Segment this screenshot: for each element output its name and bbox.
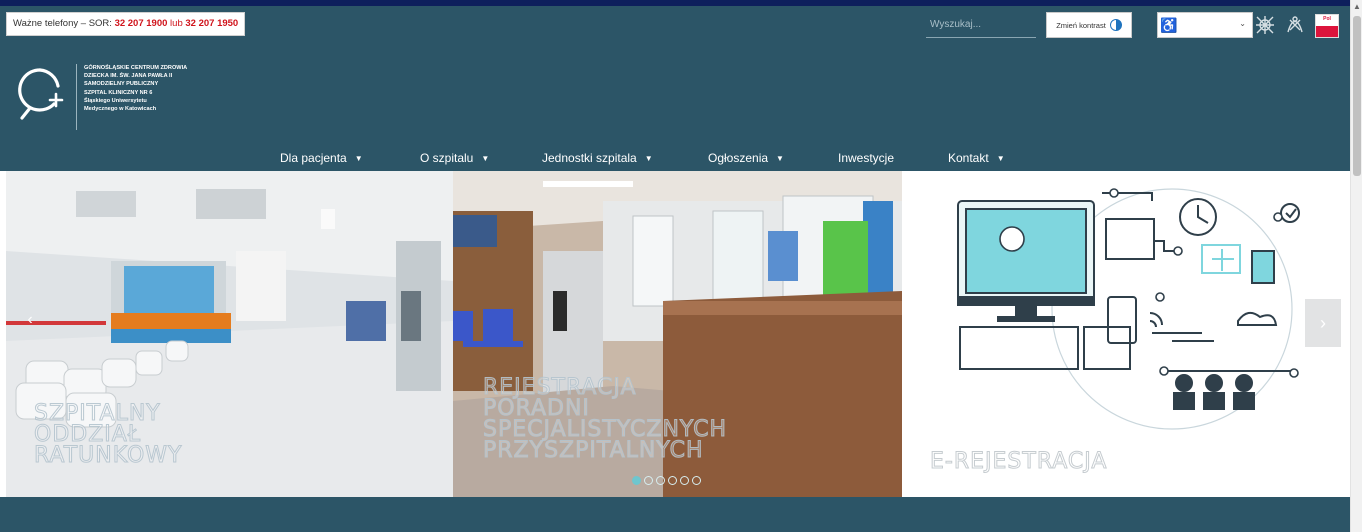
hospital-name[interactable]: GÓRNOŚLĄSKIE CENTRUM ZDROWIA DZIECKA IM.… [84,64,244,113]
page: Ważne telefony – SOR: 32 207 1900 lub 32… [0,0,1362,532]
caret-down-icon: ▼ [776,154,784,163]
nav-item-dla-pacjenta[interactable]: Dla pacjenta ▼ [280,144,420,172]
nav-label: O szpitalu [420,151,474,165]
slide-caption: E-REJESTRACJA [929,449,1108,474]
nav-label: Ogłoszenia [708,151,769,165]
slide-caption: SZPITALNY ODDZIAŁ RATUNKOWY [33,401,183,468]
hospital-name-line: GÓRNOŚLĄSKIE CENTRUM ZDROWIA [84,65,188,71]
image-carousel: SZPITALNY ODDZIAŁ RATUNKOWY REJESTRACJA … [6,171,1350,497]
hospital-name-line: Medycznego w Katowicach [84,106,157,113]
pattern-icon[interactable] [1284,14,1306,36]
phone-separator: lub [167,18,186,29]
nav-label: Kontakt [948,151,989,165]
carousel-dot[interactable] [644,476,653,485]
carousel-dot[interactable] [656,476,665,485]
nav-item-inwestycje[interactable]: Inwestycje [838,144,948,172]
caption-line: E-REJESTRACJA [929,449,1108,474]
slide-caption: REJESTRACJA PORADNI SPECJALISTYCZNYCH PR… [482,375,728,463]
main-nav: Dla pacjenta ▼ O szpitalu ▼ Jednostki szpi… [280,144,1038,172]
chevron-right-icon: › [1320,312,1326,333]
contrast-icon [1109,19,1122,31]
slide-e-registration[interactable]: E-REJESTRACJA [902,171,1350,497]
carousel-prev-button[interactable]: ‹ [16,302,44,338]
important-phones: Ważne telefony – SOR: 32 207 1900 lub 32… [6,12,246,36]
footer-band [0,497,1350,532]
flag-label: Pol [1323,16,1331,22]
caption-line: SZPITALNY [33,401,161,426]
carousel-dot[interactable] [692,476,701,485]
caption-line: PORADNI [482,396,590,421]
cross-lines-icon[interactable] [1254,14,1276,36]
accessibility-dropdown[interactable]: ⌄ [1180,13,1252,37]
slide-emergency-ward[interactable]: SZPITALNY ODDZIAŁ RATUNKOWY [6,171,453,497]
wheelchair-icon: ♿ [1160,16,1178,33]
carousel-dots [632,476,701,485]
phone-prefix: Ważne telefony – SOR: [13,18,115,29]
nav-item-kontakt[interactable]: Kontakt ▼ [948,144,1038,172]
nav-label: Inwestycje [838,151,895,165]
scroll-up-icon[interactable]: ▲ [1351,0,1362,14]
site-header: Ważne telefony – SOR: 32 207 1900 lub 32… [0,6,1350,171]
phone-number-2[interactable]: 32 207 1950 [185,18,238,29]
nav-label: Jednostki szpitala [542,151,637,165]
search-input[interactable] [926,12,1036,38]
caret-down-icon: ▼ [354,154,363,163]
nav-label: Dla pacjenta [280,151,347,165]
nav-item-o-szpitalu[interactable]: O szpitalu ▼ [420,144,542,172]
caret-down-icon: ▼ [996,154,1005,163]
accessibility-select[interactable]: ♿ ⌄ [1157,12,1253,38]
caption-line: PRZYSZPITALNYCH [482,438,704,463]
hospital-name-line: DZIECKA IM. ŚW. JANA PAWŁA II [84,73,173,80]
caret-down-icon: ▼ [644,154,653,163]
carousel-dot[interactable] [668,476,677,485]
polish-flag-icon[interactable]: Pol [1315,14,1339,38]
carousel-dot[interactable] [680,476,689,485]
caption-line: RATUNKOWY [33,443,183,468]
contrast-button[interactable]: Zmień kontrast [1046,12,1132,38]
nav-item-jednostki-szpitala[interactable]: Jednostki szpitala ▼ [542,144,708,172]
chevron-down-icon: ⌄ [1239,19,1246,28]
caption-line: REJESTRACJA [482,375,637,400]
hospital-name-line: Śląskiego Uniwersytetu [84,97,147,104]
phone-number-1[interactable]: 32 207 1900 [115,18,168,29]
chevron-left-icon: ‹ [27,311,33,328]
hospital-name-line: SAMODZIELNY PUBLICZNY [84,81,159,88]
nav-item-ogloszenia[interactable]: Ogłoszenia ▼ [708,144,838,172]
caption-line: SPECJALISTYCZNYCH [482,417,728,442]
hospital-name-line: SZPITAL KLINICZNY NR 6 [84,89,153,96]
caret-down-icon: ▼ [481,154,490,163]
scrollbar[interactable]: ▲ [1350,0,1362,532]
scroll-thumb[interactable] [1353,16,1361,176]
logo-divider [76,64,77,130]
carousel-next-button[interactable]: › [1305,299,1341,347]
carousel-dot[interactable] [632,476,641,485]
contrast-label: Zmień kontrast [1056,20,1106,30]
caption-line: ODDZIAŁ [33,422,142,447]
hospital-logo-icon[interactable] [12,64,68,126]
slide-registration[interactable]: REJESTRACJA PORADNI SPECJALISTYCZNYCH PR… [453,171,902,497]
